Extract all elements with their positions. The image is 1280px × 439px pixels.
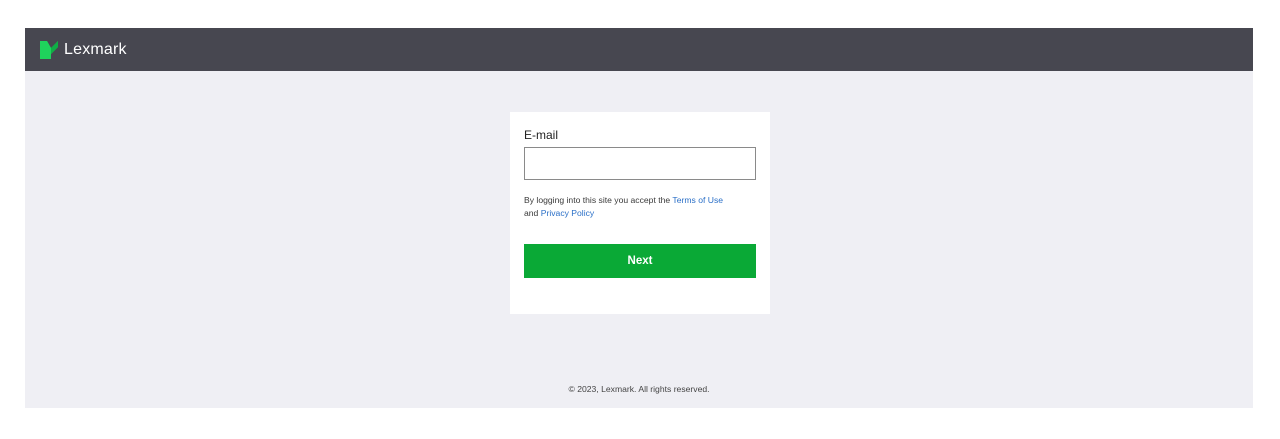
terms-notice: By logging into this site you accept the… [524,194,764,220]
email-input[interactable] [524,147,756,180]
privacy-policy-link[interactable]: Privacy Policy [541,208,594,218]
page-frame: Lexmark E-mail By logging into this site… [25,28,1253,408]
terms-prefix-text: By logging into this site you accept the [524,195,671,205]
brand-logo[interactable]: Lexmark [40,28,127,71]
footer-copyright: © 2023, Lexmark. All rights reserved. [568,384,710,394]
top-navigation-bar: Lexmark [25,28,1253,71]
next-button[interactable]: Next [524,244,756,278]
lexmark-logo-icon [40,40,58,59]
terms-of-use-link[interactable]: Terms of Use [672,195,723,205]
email-label: E-mail [524,128,559,142]
terms-and-text: and [524,208,539,218]
login-card: E-mail By logging into this site you acc… [510,112,770,314]
brand-name: Lexmark [64,40,127,58]
